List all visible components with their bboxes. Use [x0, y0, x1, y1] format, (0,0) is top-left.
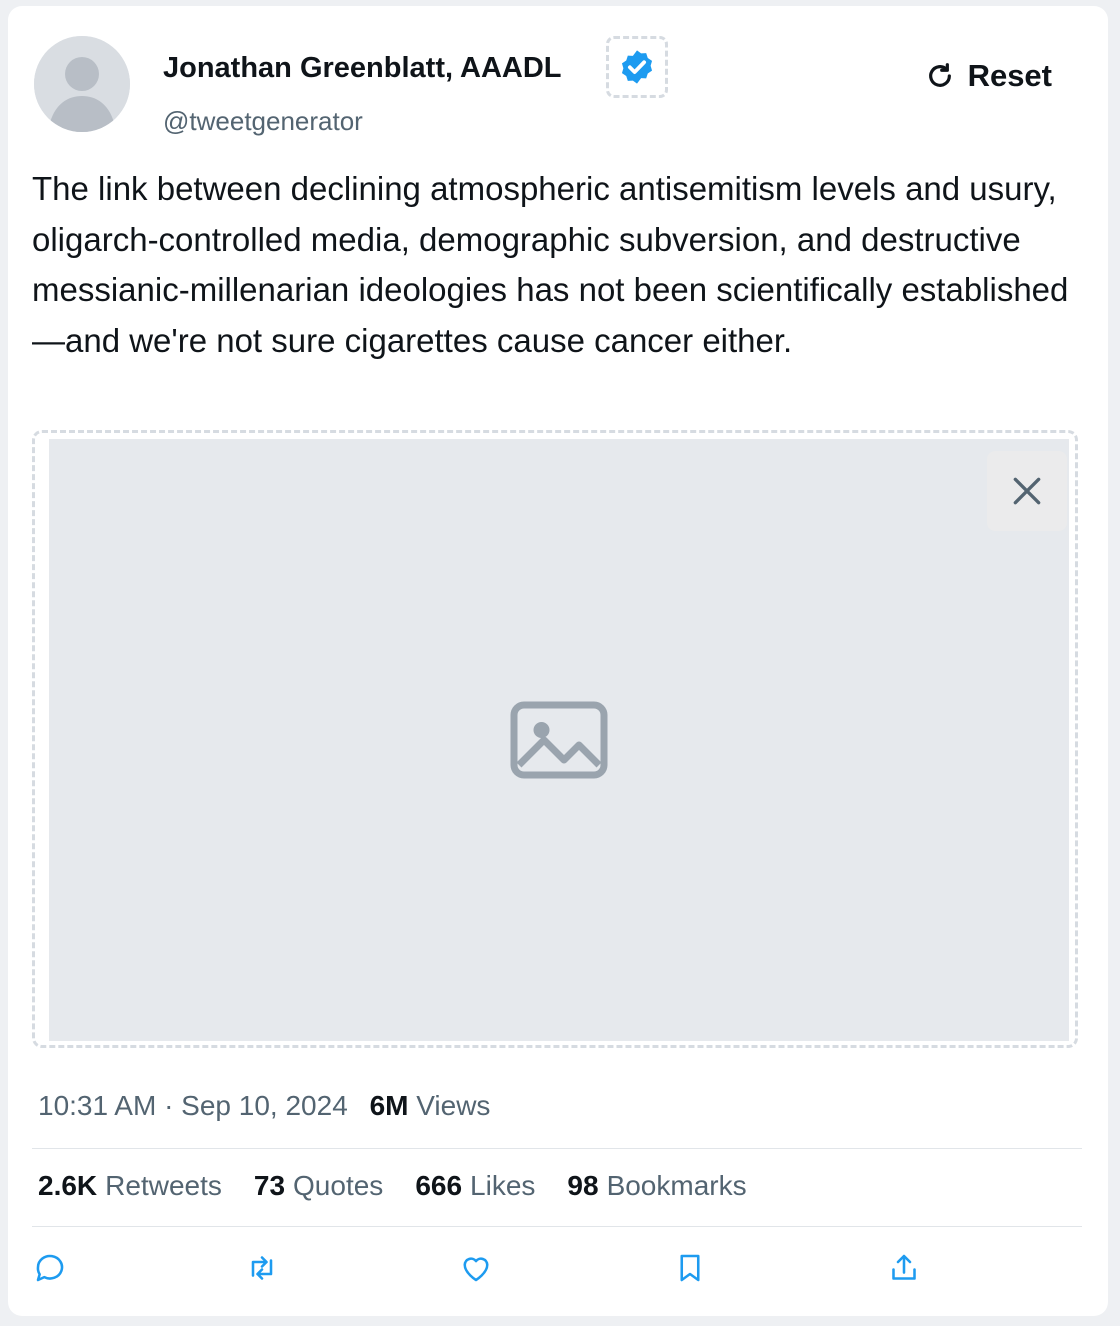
image-placeholder-icon: [510, 701, 608, 779]
avatar[interactable]: [34, 36, 130, 132]
reset-label: Reset: [967, 58, 1052, 93]
verified-badge-icon: [621, 50, 653, 84]
like-icon[interactable]: [458, 1250, 498, 1290]
tweet-card: Jonathan Greenblatt, AAADL @tweetgenerat…: [8, 6, 1108, 1316]
stat-bookmarks[interactable]: 98 Bookmarks: [567, 1170, 746, 1202]
engagement-stats: 2.6K Retweets 73 Quotes 666 Likes 98 Bookmar…: [38, 1170, 747, 1202]
stat-likes[interactable]: 666 Likes: [415, 1170, 535, 1202]
reply-icon[interactable]: [32, 1250, 72, 1290]
stat-quotes[interactable]: 73 Quotes: [254, 1170, 383, 1202]
views-label: Views: [416, 1090, 491, 1121]
timestamp[interactable]: 10:31 AM · Sep 10, 2024: [38, 1090, 348, 1121]
bookmark-icon[interactable]: [672, 1250, 712, 1290]
divider: [32, 1226, 1082, 1227]
retweet-icon[interactable]: [244, 1250, 284, 1290]
author-handle[interactable]: @tweetgenerator: [163, 106, 363, 137]
divider: [32, 1148, 1082, 1149]
refresh-icon: [928, 63, 951, 87]
tweet-meta: 10:31 AM · Sep 10, 2024 6M Views: [38, 1090, 490, 1122]
tweet-media-placeholder[interactable]: [49, 439, 1069, 1041]
action-bar: [8, 1250, 1108, 1300]
author-display-name[interactable]: Jonathan Greenblatt, AAADL: [163, 52, 562, 85]
close-icon: [1013, 477, 1041, 505]
stat-retweets[interactable]: 2.6K Retweets: [38, 1170, 222, 1202]
reset-button[interactable]: Reset: [924, 58, 1052, 94]
media-frame: [32, 430, 1078, 1048]
views-count: 6M: [369, 1090, 409, 1121]
verified-badge-slot: [606, 36, 668, 98]
share-icon[interactable]: [886, 1250, 926, 1290]
tweet-text: The link between declining atmospheric a…: [32, 170, 1069, 359]
remove-media-button[interactable]: [987, 451, 1067, 531]
